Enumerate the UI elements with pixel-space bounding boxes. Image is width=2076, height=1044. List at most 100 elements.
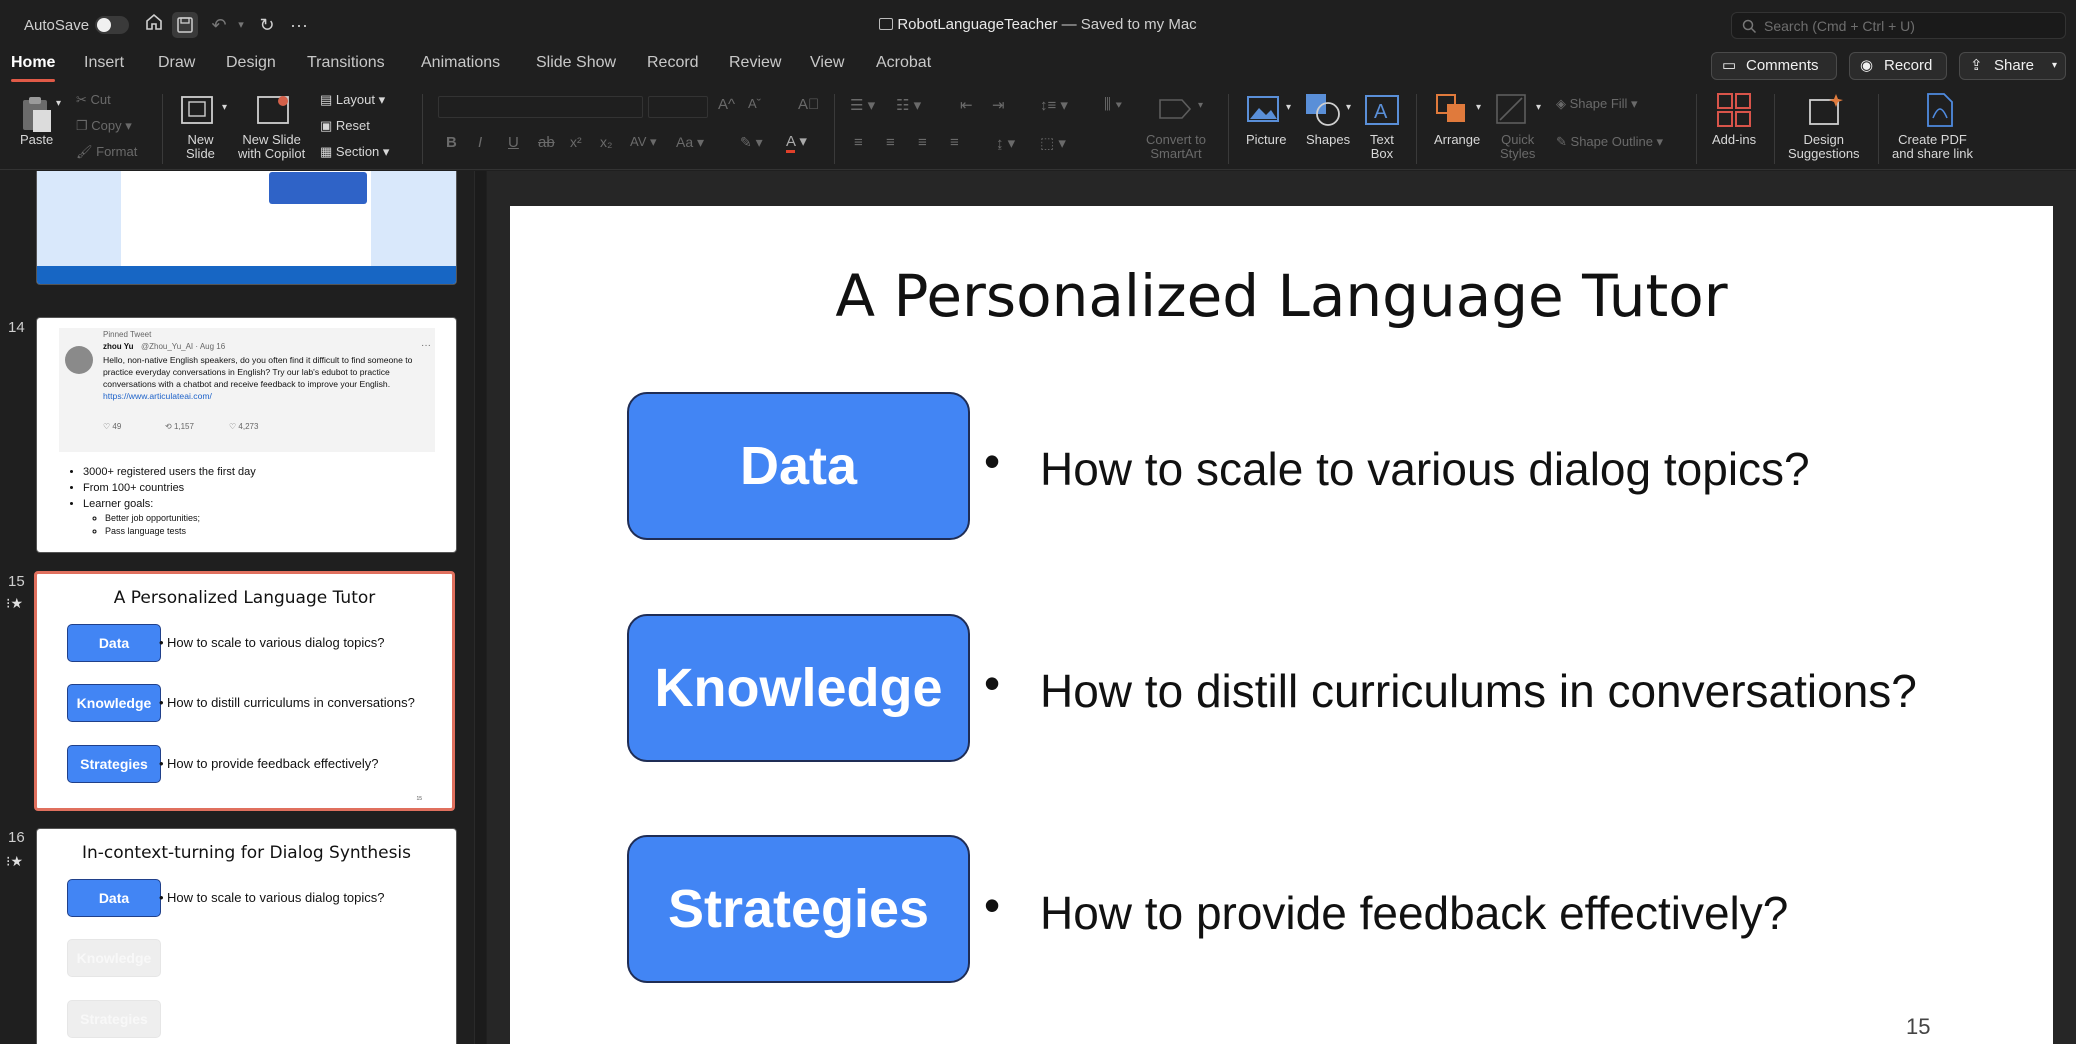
font-size-select[interactable] xyxy=(648,96,708,118)
slide-canvas[interactable]: A Personalized Language Tutor Data • How… xyxy=(510,206,2053,1044)
quick-styles-button[interactable]: Quick Styles xyxy=(1500,133,1535,161)
bullets-icon[interactable]: ☰ ▾ xyxy=(850,96,875,114)
font-family-select[interactable] xyxy=(438,96,643,118)
box-knowledge[interactable]: Knowledge xyxy=(627,614,970,762)
new-slide-icon[interactable] xyxy=(180,92,216,131)
line-spacing-icon[interactable]: ↕≡ ▾ xyxy=(1040,96,1068,114)
new-slide-copilot-button[interactable]: New Slide with Copilot xyxy=(238,133,305,161)
acrobat-pdf-icon[interactable] xyxy=(1920,92,1956,133)
font-color-icon[interactable]: A ▾ xyxy=(786,132,807,153)
comments-button[interactable]: ▭ Comments xyxy=(1711,52,1837,80)
tab-acrobat[interactable]: Acrobat xyxy=(876,54,931,72)
char-spacing-icon[interactable]: AV ▾ xyxy=(630,134,657,150)
paste-dropdown-icon[interactable]: ▾ xyxy=(56,98,61,109)
change-case-icon[interactable]: Aa ▾ xyxy=(676,134,704,151)
copilot-slide-icon[interactable] xyxy=(256,92,292,131)
tab-view[interactable]: View xyxy=(810,54,844,72)
decrease-indent-icon[interactable]: ⇤ xyxy=(960,96,973,114)
shapes-button[interactable]: Shapes xyxy=(1306,133,1350,147)
italic-icon[interactable]: I xyxy=(478,134,482,151)
paste-button[interactable]: Paste xyxy=(20,133,53,147)
align-right-icon[interactable]: ≡ xyxy=(918,134,927,151)
box-data[interactable]: Data xyxy=(627,392,970,540)
design-suggestions-button[interactable]: Design Suggestions xyxy=(1788,133,1860,161)
tweet-body: Hello, non-native English speakers, do y… xyxy=(103,355,413,389)
bold-icon[interactable]: B xyxy=(446,134,457,151)
document-icon xyxy=(879,18,894,30)
design-suggestions-icon[interactable] xyxy=(1808,92,1844,133)
reset-button[interactable]: ▣ Reset xyxy=(320,118,370,134)
quick-styles-dropdown-icon[interactable]: ▾ xyxy=(1536,102,1541,113)
text-direction-icon[interactable]: ↨ ▾ xyxy=(996,134,1015,152)
search-input[interactable]: Search (Cmd + Ctrl + U) xyxy=(1731,12,2066,39)
numbering-icon[interactable]: ☷ ▾ xyxy=(896,96,921,114)
align-center-icon[interactable]: ≡ xyxy=(886,134,895,151)
ribbon-separator xyxy=(1878,94,1879,164)
record-button[interactable]: ◉ Record xyxy=(1849,52,1947,80)
box-strategies[interactable]: Strategies xyxy=(627,835,970,983)
shape-outline-button[interactable]: ✎ Shape Outline ▾ xyxy=(1556,134,1663,150)
tab-draw[interactable]: Draw xyxy=(158,54,195,72)
ribbon-separator xyxy=(1696,94,1697,164)
arrange-icon[interactable] xyxy=(1434,92,1474,133)
smartart-dropdown-icon[interactable]: ▾ xyxy=(1198,100,1203,111)
tab-design[interactable]: Design xyxy=(226,54,276,72)
bullet-dot: • xyxy=(984,435,1001,487)
highlight-icon[interactable]: ✎ ▾ xyxy=(740,134,763,151)
add-ins-button[interactable]: Add-ins xyxy=(1712,133,1756,147)
text-box-icon[interactable]: A xyxy=(1364,94,1400,131)
slide-thumbnail-13[interactable] xyxy=(36,171,457,285)
smartart-icon[interactable] xyxy=(1156,94,1196,129)
align-left-icon[interactable]: ≡ xyxy=(854,134,863,151)
tab-slide-show[interactable]: Slide Show xyxy=(536,54,616,72)
arrange-button[interactable]: Arrange xyxy=(1434,133,1480,147)
layout-button[interactable]: ▤ Layout ▾ xyxy=(320,92,385,108)
picture-icon[interactable] xyxy=(1246,94,1282,131)
convert-smartart-button[interactable]: Convert to SmartArt xyxy=(1146,133,1206,161)
new-slide-button[interactable]: New Slide xyxy=(186,133,215,161)
clear-format-icon[interactable]: A⃠ xyxy=(798,96,819,113)
tab-review[interactable]: Review xyxy=(729,54,781,72)
share-button[interactable]: ⇪ Share ▾ xyxy=(1959,52,2066,80)
columns-icon[interactable]: ⫼ ▾ xyxy=(1104,96,1122,113)
bullet-knowledge[interactable]: How to distill curriculums in conversati… xyxy=(1040,664,1917,718)
arrange-dropdown-icon[interactable]: ▾ xyxy=(1476,102,1481,113)
slide-thumbnail-15[interactable]: A Personalized Language Tutor Data How t… xyxy=(34,571,455,811)
tab-insert[interactable]: Insert xyxy=(84,54,124,72)
superscript-icon[interactable]: x² xyxy=(570,134,582,150)
font-grow-icon[interactable]: A^ xyxy=(718,96,735,113)
new-slide-dropdown-icon[interactable]: ▾ xyxy=(222,102,227,113)
picture-dropdown-icon[interactable]: ▾ xyxy=(1286,102,1291,113)
shapes-icon[interactable] xyxy=(1304,92,1344,133)
shapes-dropdown-icon[interactable]: ▾ xyxy=(1346,102,1351,113)
slide-title[interactable]: A Personalized Language Tutor xyxy=(510,262,2053,330)
slide-thumbnail-14[interactable]: Pinned Tweet zhou Yu @Zhou_Yu_AI · Aug 1… xyxy=(36,317,457,553)
font-shrink-icon[interactable]: Aˇ xyxy=(748,96,761,111)
chat-bubble-image xyxy=(269,172,367,204)
bullet-data[interactable]: How to scale to various dialog topics? xyxy=(1040,442,1810,496)
increase-indent-icon[interactable]: ⇥ xyxy=(992,96,1005,114)
picture-button[interactable]: Picture xyxy=(1246,133,1286,147)
justify-icon[interactable]: ≡ xyxy=(950,134,959,151)
tab-animations[interactable]: Animations xyxy=(421,54,500,72)
add-ins-icon[interactable] xyxy=(1716,92,1752,133)
tab-transitions[interactable]: Transitions xyxy=(307,54,385,72)
slide-thumbnail-16[interactable]: In-context-turning for Dialog Synthesis … xyxy=(36,828,457,1044)
bullet-strategies[interactable]: How to provide feedback effectively? xyxy=(1040,886,1788,940)
format-painter-button[interactable]: 🖌 Format xyxy=(76,144,137,160)
thumbnail-scrollbar[interactable] xyxy=(474,171,486,1044)
copy-button[interactable]: ❐ Copy ▾ xyxy=(76,118,132,134)
tab-record[interactable]: Record xyxy=(647,54,699,72)
align-text-icon[interactable]: ⬚ ▾ xyxy=(1040,134,1066,152)
subscript-icon[interactable]: x₂ xyxy=(600,134,612,150)
create-pdf-button[interactable]: Create PDF and share link xyxy=(1892,133,1973,161)
shape-fill-button[interactable]: ◈ Shape Fill ▾ xyxy=(1556,96,1638,112)
slide15-thumb-bullet: How to distill curriculums in conversati… xyxy=(159,695,415,710)
quick-styles-icon[interactable] xyxy=(1494,92,1534,133)
text-box-button[interactable]: Text Box xyxy=(1370,133,1394,161)
cut-button[interactable]: ✂ Cut xyxy=(76,92,111,108)
section-button[interactable]: ▦ Section ▾ xyxy=(320,144,389,160)
underline-icon[interactable]: U xyxy=(508,134,519,151)
strikethrough-icon[interactable]: ab xyxy=(538,134,555,151)
tab-home[interactable]: Home xyxy=(11,54,56,82)
